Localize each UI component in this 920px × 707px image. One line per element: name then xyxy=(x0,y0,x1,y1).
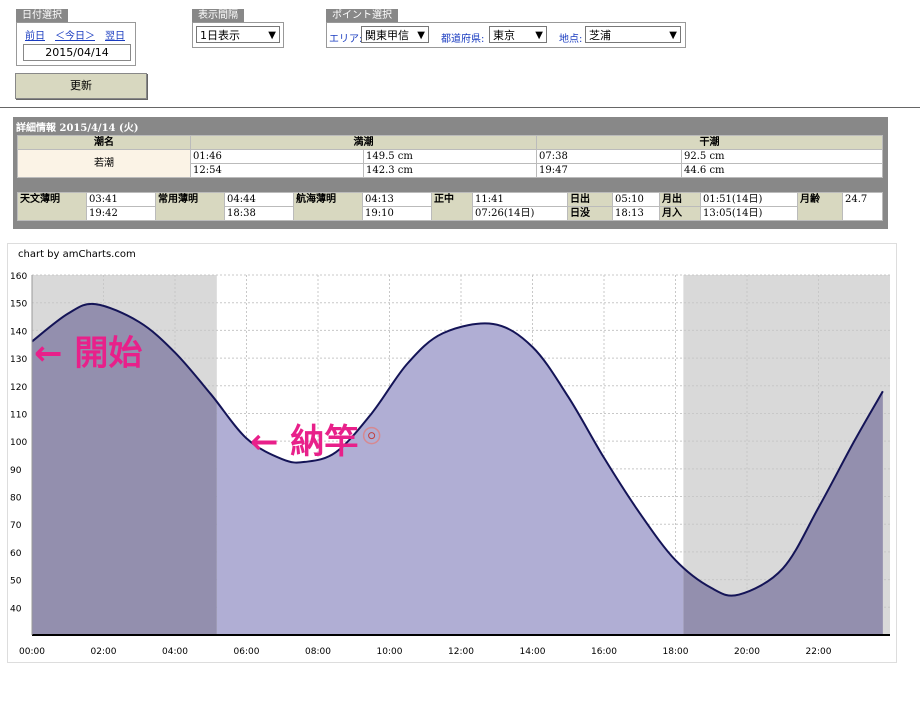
moon-age-label: 月齢 xyxy=(797,192,843,221)
moon-age-value: 24.7 xyxy=(842,192,883,221)
high-level-2: 142.3 cm xyxy=(363,163,537,178)
spot-label: 地点: xyxy=(559,34,583,45)
low-tide-header: 干潮 xyxy=(536,135,883,150)
civil-twilight-1: 04:44 xyxy=(224,192,294,207)
pref-select-value: 東京 xyxy=(493,29,515,42)
chevron-down-icon: ▼ xyxy=(535,30,543,41)
detail-title: 詳細情報 2015/4/14 (火) xyxy=(16,123,139,134)
astro-twilight-2: 19:42 xyxy=(86,206,156,221)
transit-label: 正中 xyxy=(431,192,473,221)
pref-label: 都道府県: xyxy=(441,34,485,45)
civil-twilight-2: 18:38 xyxy=(224,206,294,221)
sunrise-label: 日出 xyxy=(567,192,613,207)
sunset-label: 日没 xyxy=(567,206,613,221)
astro-twilight-label: 天文薄明 xyxy=(17,192,87,221)
chevron-down-icon: ▼ xyxy=(417,30,425,41)
tide-name-header: 潮名 xyxy=(17,135,191,150)
transit-2: 07:26(14日) xyxy=(472,206,568,221)
spot-select-value: 芝浦 xyxy=(589,29,611,42)
sunset-time: 18:13 xyxy=(612,206,660,221)
moonset-time: 13:05(14日) xyxy=(700,206,798,221)
moonset-label: 月入 xyxy=(659,206,701,221)
prev-day-link[interactable]: 前日 xyxy=(25,27,45,42)
nautical-twilight-label: 航海薄明 xyxy=(293,192,363,221)
low-time-1: 07:38 xyxy=(536,149,682,164)
nautical-twilight-2: 19:10 xyxy=(362,206,432,221)
low-level-2: 44.6 cm xyxy=(681,163,883,178)
moonrise-time: 01:51(14日) xyxy=(700,192,798,207)
civil-twilight-label: 常用薄明 xyxy=(155,192,225,221)
transit-1: 11:41 xyxy=(472,192,568,207)
spot-select[interactable]: 芝浦 ▼ xyxy=(585,26,681,43)
nautical-twilight-1: 04:13 xyxy=(362,192,432,207)
tide-name: 若潮 xyxy=(17,149,191,178)
detail-panel: 詳細情報 2015/4/14 (火) 潮名 満潮 干潮 若潮 01:46 149… xyxy=(13,117,888,229)
area-select[interactable]: 関東甲信 ▼ xyxy=(361,26,429,43)
date-field[interactable]: 2015/04/14 xyxy=(23,44,131,61)
chevron-down-icon: ▼ xyxy=(268,30,276,41)
area-select-value: 関東甲信 xyxy=(365,29,409,42)
date-panel-label: 日付選択 xyxy=(16,9,68,22)
tide-chart-container xyxy=(7,243,897,663)
chart-credit[interactable]: chart by amCharts.com xyxy=(18,249,136,260)
divider xyxy=(0,107,920,108)
high-time-2: 12:54 xyxy=(190,163,364,178)
point-panel-label: ポイント選択 xyxy=(326,9,398,22)
interval-select-value: 1日表示 xyxy=(200,29,240,42)
astro-twilight-1: 03:41 xyxy=(86,192,156,207)
next-day-link[interactable]: 翌日 xyxy=(105,27,125,42)
interval-select[interactable]: 1日表示 ▼ xyxy=(196,26,280,43)
tide-table: 潮名 満潮 干潮 若潮 01:46 149.5 cm 07:38 92.5 cm… xyxy=(17,135,883,178)
interval-panel-label: 表示間隔 xyxy=(192,9,244,22)
moonrise-label: 月出 xyxy=(659,192,701,207)
update-button[interactable]: 更新 xyxy=(15,73,147,99)
low-time-2: 19:47 xyxy=(536,163,682,178)
high-time-1: 01:46 xyxy=(190,149,364,164)
today-link[interactable]: ＜今日＞ xyxy=(55,27,95,42)
low-level-1: 92.5 cm xyxy=(681,149,883,164)
date-panel: 前日 ＜今日＞ 翌日 2015/04/14 xyxy=(16,22,136,66)
pref-select[interactable]: 東京 ▼ xyxy=(489,26,547,43)
sunrise-time: 05:10 xyxy=(612,192,660,207)
area-label: エリア: xyxy=(329,34,363,45)
astro-table: 天文薄明 03:41 常用薄明 04:44 航海薄明 04:13 正中 11:4… xyxy=(17,192,883,221)
high-tide-header: 満潮 xyxy=(190,135,537,150)
high-level-1: 149.5 cm xyxy=(363,149,537,164)
chevron-down-icon: ▼ xyxy=(669,30,677,41)
